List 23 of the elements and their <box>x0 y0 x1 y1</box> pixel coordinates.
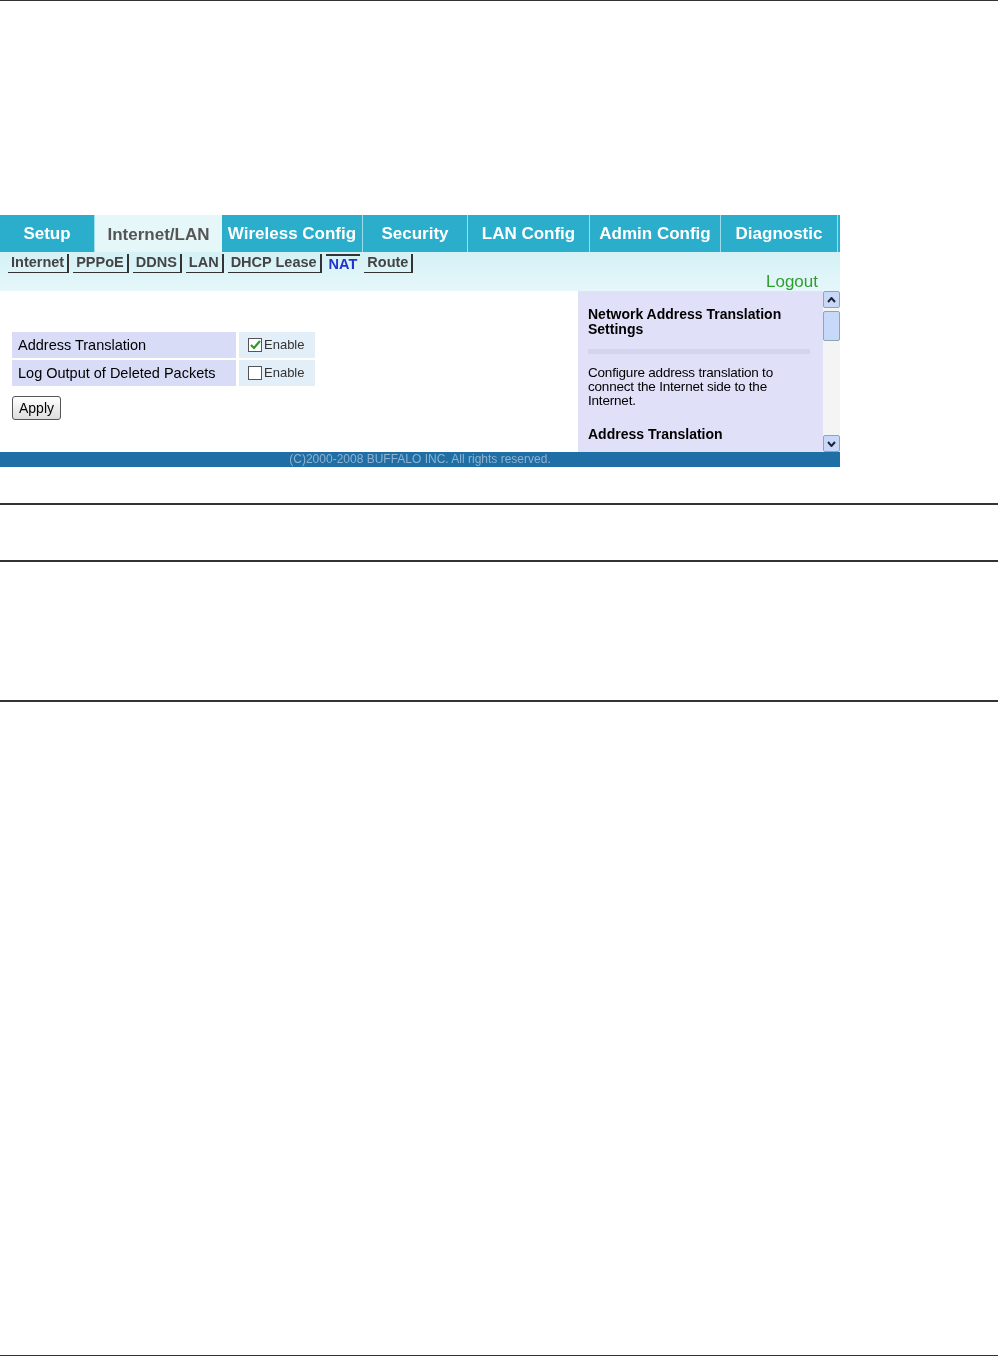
sub-tab[interactable]: Route <box>364 254 414 273</box>
help-text: Configure address translation to connect the Internet side to the Internet. <box>588 366 774 408</box>
scroll-thumb[interactable] <box>823 311 840 341</box>
scrollbar[interactable] <box>823 291 840 452</box>
checkbox[interactable] <box>248 338 262 352</box>
checkbox-label: Enable <box>264 364 305 383</box>
scroll-down-icon[interactable] <box>823 435 840 452</box>
sub-tab[interactable]: DDNS <box>132 254 182 273</box>
sub-tab[interactable]: LAN <box>185 254 224 273</box>
help-heading: Address Translation <box>588 425 724 444</box>
nav-tab[interactable]: Internet/LAN <box>95 215 222 252</box>
checkbox-label: Enable <box>264 336 305 355</box>
help-title: Network Address Translation Settings <box>588 307 783 337</box>
apply-button[interactable]: Apply <box>12 396 62 420</box>
sub-tab[interactable]: Internet <box>8 254 70 273</box>
copyright-text: (C)2000-2008 BUFFALO INC. All rights reserved. <box>289 452 551 467</box>
sub-tab[interactable]: DHCP Lease <box>227 254 322 273</box>
scroll-up-icon[interactable] <box>823 291 840 308</box>
sub-tab[interactable]: PPPoE <box>73 254 129 273</box>
setting-label: Log Output of Deleted Packets <box>12 360 236 386</box>
sub-tab[interactable]: NAT <box>325 254 361 273</box>
checkbox[interactable] <box>248 366 262 380</box>
setting-label: Address Translation <box>12 332 236 358</box>
